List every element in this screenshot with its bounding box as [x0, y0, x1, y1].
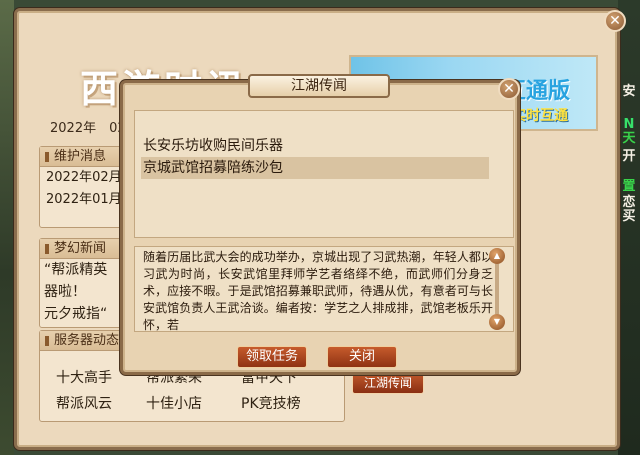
- close-button[interactable]: 关闭: [327, 346, 397, 368]
- accept-quest-button[interactable]: 领取任务: [237, 346, 307, 368]
- side-char: 恋: [622, 195, 636, 210]
- scrollbar[interactable]: ▲ ▼: [489, 248, 505, 330]
- ranking-link[interactable]: 帮派风云: [56, 393, 146, 413]
- date-line: 2022年 02: [50, 121, 126, 136]
- ranking-link[interactable]: 十佳小店: [146, 393, 241, 413]
- dialog-title: 江湖传闻: [248, 74, 390, 98]
- rumor-list-item-selected[interactable]: 京城武馆招募陪练沙包: [141, 157, 489, 179]
- game-background-left: [0, 0, 14, 455]
- side-char: 买: [622, 209, 636, 224]
- ranking-link[interactable]: PK竞技榜: [241, 393, 336, 413]
- rumor-detail-text: 随着历届比武大会的成功举办，京城出现了习武热潮，年轻人都以习武为时尚，长安武馆里…: [134, 246, 514, 332]
- rumor-list-item[interactable]: 长安乐坊收购民间乐器: [141, 135, 489, 157]
- scroll-track[interactable]: [495, 264, 499, 314]
- close-icon: ✕: [609, 13, 621, 29]
- side-char: N: [623, 117, 635, 132]
- side-char: 天: [622, 131, 636, 146]
- game-background-right: [618, 0, 640, 455]
- banner-subtext: 实时互通: [512, 108, 568, 124]
- rumor-list: 长安乐坊收购民间乐器 京城武馆招募陪练沙包: [134, 110, 514, 238]
- side-char: 安: [622, 84, 636, 99]
- side-char: 置: [622, 179, 636, 194]
- story-text: 随着历届比武大会的成功举办，京城出现了习武热潮，年轻人都以习武为时尚，长安武馆里…: [143, 250, 493, 332]
- dialog-close-button[interactable]: ✕: [498, 78, 520, 100]
- side-char: 开: [622, 149, 636, 164]
- rumors-button[interactable]: 江湖传闻: [352, 372, 424, 394]
- close-icon: ✕: [503, 81, 515, 97]
- scroll-up-icon[interactable]: ▲: [489, 248, 505, 264]
- close-window-button[interactable]: ✕: [604, 10, 626, 32]
- scroll-down-icon[interactable]: ▼: [489, 314, 505, 330]
